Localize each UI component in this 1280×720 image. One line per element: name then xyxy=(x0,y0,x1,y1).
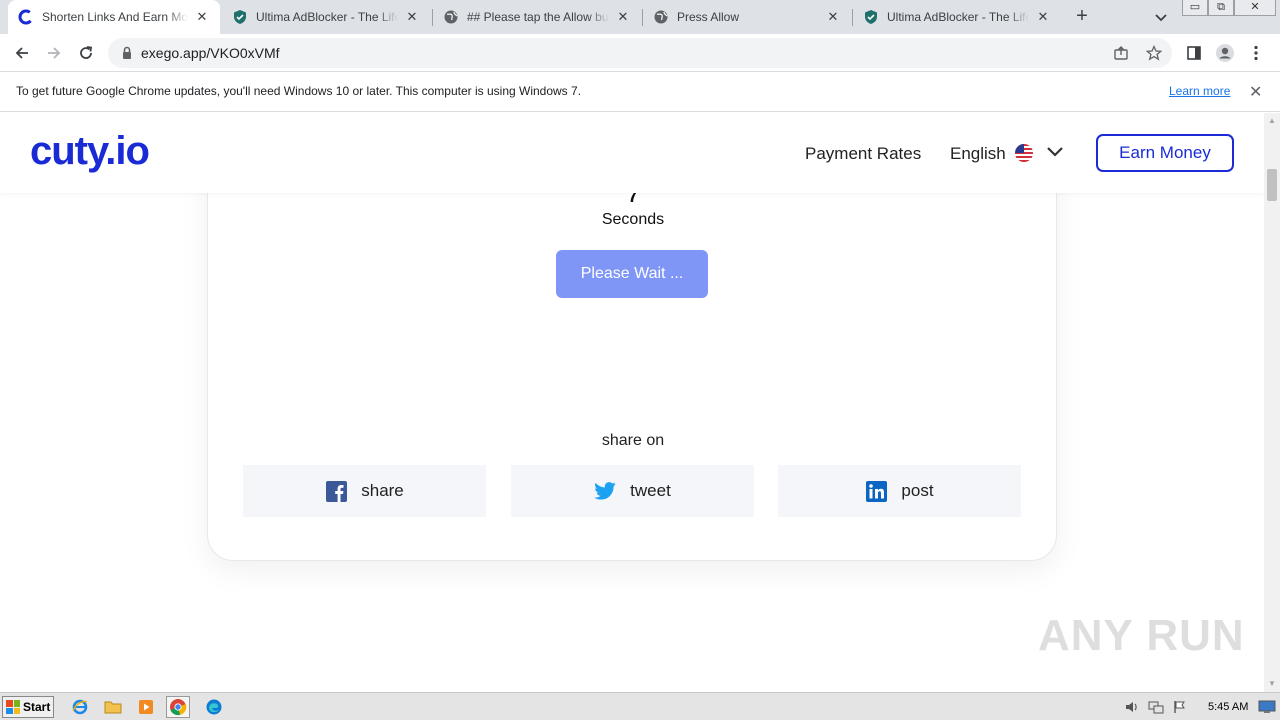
network-icon[interactable] xyxy=(1146,698,1166,716)
profile-avatar-icon[interactable] xyxy=(1215,43,1235,63)
tab-ultima-adblocker-2[interactable]: Ultima AdBlocker - The Life with ✕ xyxy=(853,0,1061,34)
tab-title: Ultima AdBlocker - The Life with xyxy=(256,10,398,24)
share-on-label: share on xyxy=(601,432,665,449)
earn-money-button[interactable]: Earn Money xyxy=(1096,134,1234,172)
shield-check-icon xyxy=(863,9,879,25)
cuty-c-icon xyxy=(18,9,34,25)
speaker-icon[interactable] xyxy=(1122,698,1142,716)
tab-shorten-links[interactable]: Shorten Links And Earn Money ✕ xyxy=(8,0,220,34)
page-scrollbar[interactable]: ▲ ▼ xyxy=(1264,113,1280,692)
payment-rates-link[interactable]: Payment Rates xyxy=(805,144,921,164)
facebook-icon xyxy=(325,480,347,502)
twitter-tweet-button[interactable]: tweet xyxy=(511,465,754,517)
tab-strip: Shorten Links And Earn Money ✕ Ultima Ad… xyxy=(0,0,1280,34)
tab-please-tap-allow[interactable]: ## Please tap the Allow button ✕ xyxy=(433,0,641,34)
media-player-icon[interactable] xyxy=(134,696,158,718)
tab-close-icon[interactable]: ✕ xyxy=(194,9,210,25)
taskbar-clock: 5:45 AM xyxy=(1208,701,1249,713)
file-explorer-icon[interactable] xyxy=(101,696,125,718)
url-text: exego.app/VKO0xVMf xyxy=(141,45,280,61)
linkedin-post-button[interactable]: post xyxy=(778,465,1021,517)
windows-taskbar: Start 5:45 AM xyxy=(0,692,1280,720)
minimize-icon[interactable]: ▭ xyxy=(1182,0,1208,16)
side-panel-icon[interactable] xyxy=(1184,43,1204,63)
start-button[interactable]: Start xyxy=(2,696,54,718)
linkedin-icon xyxy=(865,480,887,502)
countdown-label: Seconds xyxy=(601,211,665,228)
tab-title: Shorten Links And Earn Money xyxy=(42,10,188,24)
tab-close-icon[interactable]: ✕ xyxy=(1035,9,1051,25)
address-bar[interactable]: exego.app/VKO0xVMf xyxy=(108,38,1172,68)
start-label: Start xyxy=(23,700,51,714)
windows-logo-icon xyxy=(6,700,20,714)
reload-icon[interactable] xyxy=(74,41,98,65)
chevron-down-icon[interactable] xyxy=(1046,145,1064,164)
globe-icon xyxy=(653,9,669,25)
chrome-update-infobar: To get future Google Chrome updates, you… xyxy=(0,72,1280,112)
us-flag-icon[interactable] xyxy=(1015,144,1033,162)
bookmark-star-icon[interactable] xyxy=(1145,44,1163,61)
infobar-close-icon[interactable]: ✕ xyxy=(1249,82,1262,102)
please-wait-button[interactable]: Please Wait ... xyxy=(556,250,708,298)
show-desktop-icon[interactable] xyxy=(1256,696,1278,718)
window-close-icon[interactable]: ✕ xyxy=(1234,0,1276,16)
post-button-label: post xyxy=(901,481,934,500)
tab-title: Press Allow xyxy=(677,10,740,24)
twitter-icon xyxy=(594,480,616,502)
menu-kebab-icon[interactable] xyxy=(1246,43,1266,63)
tab-close-icon[interactable]: ✕ xyxy=(615,9,631,25)
tab-title: Ultima AdBlocker - The Life with xyxy=(887,10,1029,24)
facebook-share-button[interactable]: share xyxy=(243,465,486,517)
tweet-button-label: tweet xyxy=(630,481,671,500)
internet-explorer-icon[interactable] xyxy=(68,696,92,718)
window-controls: ▭ ⧉ ✕ xyxy=(1182,0,1276,18)
lock-icon[interactable] xyxy=(121,46,133,65)
share-button-label: share xyxy=(361,481,404,500)
tab-search-chevron-icon[interactable] xyxy=(1152,8,1170,26)
back-arrow-icon[interactable] xyxy=(10,41,34,65)
tab-title: ## Please tap the Allow button xyxy=(467,10,609,24)
language-selector[interactable]: English xyxy=(950,144,1006,164)
tab-close-icon[interactable]: ✕ xyxy=(404,9,420,25)
site-header: cuty.io Payment Rates English Earn Money xyxy=(0,113,1264,193)
anyrun-watermark: ANY RUN xyxy=(1038,611,1245,660)
scrollbar-thumb[interactable] xyxy=(1267,169,1277,201)
browser-toolbar: exego.app/VKO0xVMf xyxy=(0,34,1280,72)
restore-icon[interactable]: ⧉ xyxy=(1208,0,1234,16)
page-viewport: 7 Seconds Please Wait ... share on share… xyxy=(0,113,1264,692)
cuty-logo[interactable]: cuty.io xyxy=(30,129,150,174)
tab-close-icon[interactable]: ✕ xyxy=(825,9,841,25)
shield-check-icon xyxy=(232,9,248,25)
globe-icon xyxy=(443,9,459,25)
system-tray xyxy=(1122,696,1194,718)
share-page-icon[interactable] xyxy=(1113,45,1129,61)
learn-more-link[interactable]: Learn more xyxy=(1169,84,1230,98)
infobar-message: To get future Google Chrome updates, you… xyxy=(16,84,582,98)
action-center-flag-icon[interactable] xyxy=(1170,698,1190,716)
edge-icon[interactable] xyxy=(202,696,226,718)
scroll-down-arrow-icon[interactable]: ▼ xyxy=(1268,680,1276,688)
new-tab-plus-icon[interactable]: + xyxy=(1072,6,1092,27)
tab-press-allow[interactable]: Press Allow ✕ xyxy=(643,0,851,34)
forward-arrow-icon[interactable] xyxy=(42,41,66,65)
chrome-taskbar-icon[interactable] xyxy=(166,696,190,718)
tab-ultima-adblocker-1[interactable]: Ultima AdBlocker - The Life with ✕ xyxy=(222,0,430,34)
scroll-up-arrow-icon[interactable]: ▲ xyxy=(1268,117,1276,125)
